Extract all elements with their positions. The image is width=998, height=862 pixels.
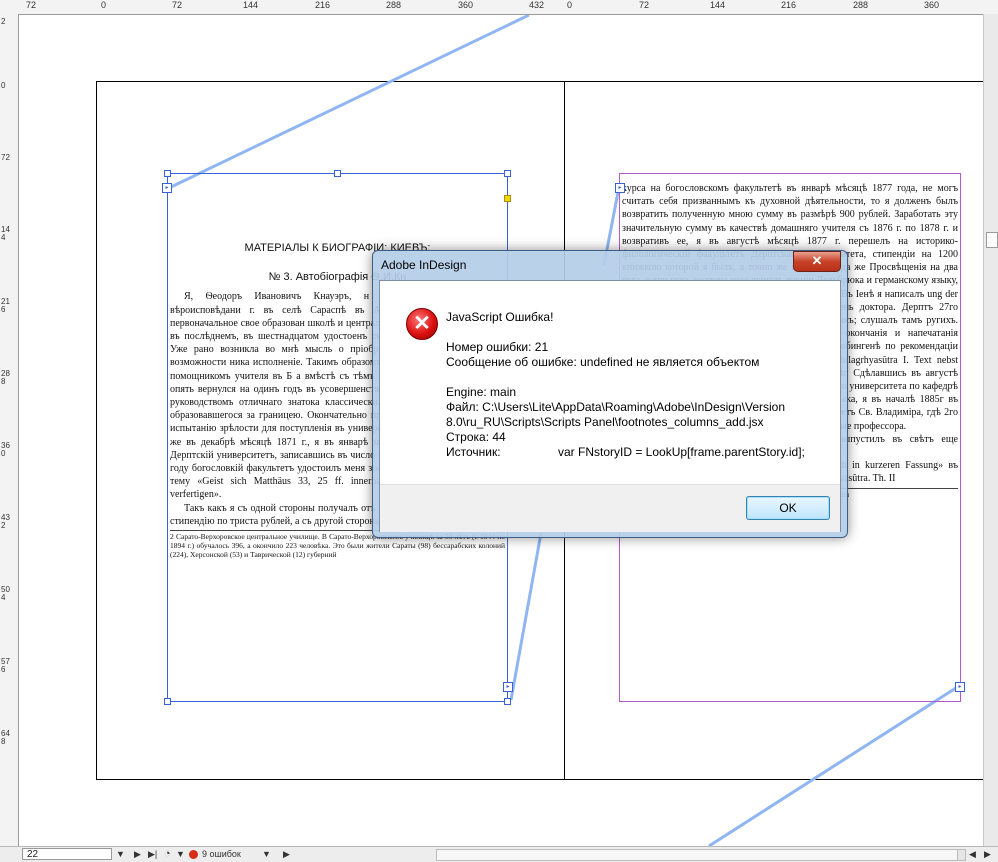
error-engine: Engine: main bbox=[446, 385, 517, 399]
frame-handle[interactable] bbox=[504, 170, 511, 177]
dropdown-arrow-icon[interactable]: ▶ bbox=[283, 848, 290, 861]
ruler-label: 0 bbox=[101, 0, 107, 10]
ruler-label: 72 bbox=[639, 0, 650, 10]
ruler-label: 360 bbox=[458, 0, 474, 10]
error-file-line2: 8.0\ru_RU\Scripts\Scripts Panel\footnote… bbox=[446, 415, 764, 429]
dropdown-arrow-icon[interactable]: ▼ bbox=[116, 848, 125, 861]
close-button[interactable]: ✕ bbox=[793, 251, 841, 272]
error-title: JavaScript Ошибка! bbox=[446, 310, 554, 324]
ruler-label: 432 bbox=[529, 0, 545, 10]
page-number-field[interactable]: 22 bbox=[22, 848, 112, 860]
ruler-label: 72 bbox=[172, 0, 183, 10]
horizontal-scrollbar[interactable] bbox=[436, 849, 966, 861]
ruler-label: 576 bbox=[1, 657, 10, 674]
error-line: Строка: 44 bbox=[446, 430, 506, 444]
ruler-label: 144 bbox=[710, 0, 726, 10]
scroll-left-icon[interactable]: ◀ bbox=[969, 848, 976, 861]
dialog-footer: OK bbox=[380, 484, 840, 532]
ruler-label: 288 bbox=[853, 0, 869, 10]
error-source-code: var FNstoryID = LookUp[frame.parentStory… bbox=[558, 445, 805, 459]
dialog-title: Adobe InDesign bbox=[381, 258, 467, 272]
preflight-errors-label[interactable]: 9 ошибок bbox=[202, 848, 241, 861]
ruler-label: 216 bbox=[315, 0, 331, 10]
dialog-body: ✕ JavaScript Ошибка! Номер ошибки: 21 Со… bbox=[379, 280, 841, 532]
ruler-label: 648 bbox=[1, 729, 10, 746]
error-number: Номер ошибки: 21 bbox=[446, 340, 549, 354]
in-port-icon[interactable]: ▸ bbox=[615, 183, 625, 193]
in-port-icon[interactable]: ▸ bbox=[162, 183, 172, 193]
ruler-label: 144 bbox=[243, 0, 259, 10]
ruler-label: 504 bbox=[1, 585, 10, 602]
ruler-label: 72 bbox=[26, 0, 37, 10]
ok-button[interactable]: OK bbox=[746, 496, 830, 520]
horizontal-ruler[interactable]: 72 0 72 144 216 288 360 432 0 72 144 216… bbox=[0, 0, 998, 15]
next-page-icon[interactable]: ▶ bbox=[134, 848, 141, 861]
frame-handle[interactable] bbox=[504, 195, 511, 202]
scrollbar-thumb[interactable] bbox=[986, 232, 998, 248]
ruler-label: 216 bbox=[781, 0, 797, 10]
vertical-ruler[interactable]: 2 0 72 144 216 288 360 432 504 576 648 bbox=[0, 14, 19, 846]
vertical-scrollbar[interactable] bbox=[983, 14, 998, 846]
frame-handle[interactable] bbox=[334, 170, 341, 177]
out-port-icon[interactable]: ▸ bbox=[955, 682, 965, 692]
error-source-label: Источник: bbox=[446, 445, 501, 459]
error-status-icon bbox=[189, 850, 198, 859]
last-page-icon[interactable]: ▶| bbox=[148, 848, 157, 861]
ruler-label: 0 bbox=[567, 0, 573, 10]
dropdown-arrow-icon[interactable]: ▼ bbox=[176, 848, 185, 861]
ruler-label: 288 bbox=[1, 369, 10, 386]
ruler-label: 432 bbox=[1, 513, 10, 530]
ruler-label: 360 bbox=[1, 441, 10, 458]
preflight-icon[interactable]: ◔ bbox=[164, 848, 171, 861]
ruler-label: 288 bbox=[386, 0, 402, 10]
out-port-icon[interactable]: ▸ bbox=[503, 682, 513, 692]
ruler-label: 144 bbox=[1, 225, 10, 242]
error-file-line1: Файл: C:\Users\Lite\AppData\Roaming\Adob… bbox=[446, 400, 785, 414]
frame-handle[interactable] bbox=[504, 698, 511, 705]
ruler-label: 2 bbox=[1, 17, 6, 26]
scrollbar-thumb[interactable] bbox=[437, 850, 958, 860]
frame-handle[interactable] bbox=[164, 698, 171, 705]
status-bar: 22 ▼ ▶ ▶| ◔ ▼ 9 ошибок ▼ ▶ ◀ ▶ bbox=[0, 846, 998, 862]
scroll-right-icon[interactable]: ▶ bbox=[984, 848, 991, 861]
error-icon: ✕ bbox=[406, 308, 438, 340]
ruler-label: 360 bbox=[924, 0, 940, 10]
error-dialog: Adobe InDesign ✕ ✕ JavaScript Ошибка! Но… bbox=[372, 250, 848, 538]
ruler-label: 0 bbox=[1, 81, 6, 90]
frame-handle[interactable] bbox=[164, 170, 171, 177]
ruler-label: 216 bbox=[1, 297, 10, 314]
error-message: Сообщение об ошибке: undefined не являет… bbox=[446, 355, 760, 369]
ruler-label: 72 bbox=[1, 153, 10, 162]
dropdown-arrow-icon[interactable]: ▼ bbox=[262, 848, 271, 861]
